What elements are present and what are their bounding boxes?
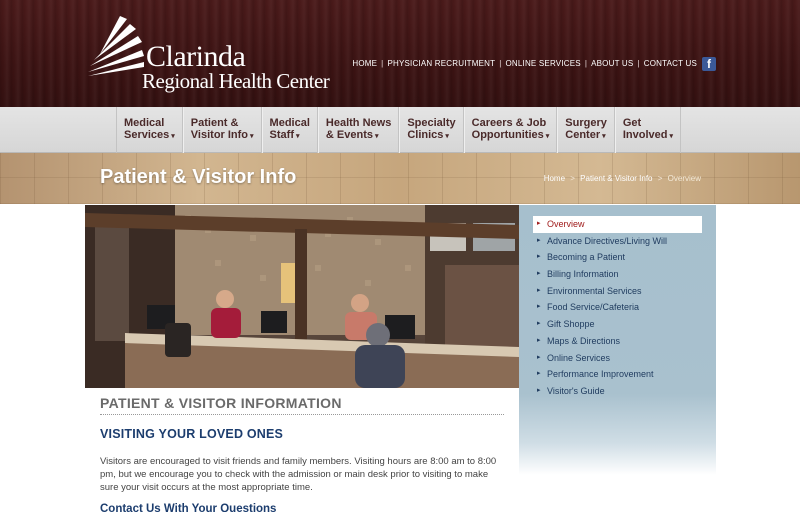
visiting-heading: VISITING YOUR LOVED ONES: [100, 427, 284, 441]
section-heading: PATIENT & VISITOR INFORMATION: [100, 395, 504, 415]
visiting-paragraph: Visitors are encouraged to visit friends…: [100, 456, 497, 493]
arrow-right-icon: ▸: [537, 386, 541, 394]
link-separator: |: [381, 59, 384, 68]
sidebar-item-billing-information[interactable]: ▸ Billing Information: [533, 266, 702, 283]
breadcrumb-current: Overview: [667, 174, 701, 183]
nav-health-news-events[interactable]: Health News & Events ▾: [317, 107, 400, 153]
breadcrumb-separator: >: [570, 174, 575, 183]
caret-down-icon: ▾: [250, 132, 254, 140]
breadcrumb-home[interactable]: Home: [544, 174, 565, 183]
top-link-online-services[interactable]: ONLINE SERVICES: [505, 59, 580, 68]
caret-down-icon: ▾: [171, 132, 175, 140]
arrow-right-icon: ▸: [537, 320, 541, 328]
main-content: PATIENT & VISITOR INFORMATION VISITING Y…: [100, 395, 504, 512]
top-link-about-us[interactable]: ABOUT US: [591, 59, 633, 68]
link-separator: |: [584, 59, 588, 68]
page-banner: Patient & Visitor Info Home > Patient & …: [0, 153, 800, 204]
facebook-icon[interactable]: f: [702, 57, 716, 71]
sidebar-list: ▸ Overview ▸ Advance Directives/Living Wil…: [533, 216, 702, 400]
sidebar-item-performance-improvement[interactable]: ▸ Performance Improvement: [533, 366, 702, 383]
logo-name: Clarinda: [146, 40, 246, 73]
sidebar-item-maps-directions[interactable]: ▸ Maps & Directions: [533, 333, 702, 350]
site-logo[interactable]: Clarinda Regional Health Center: [84, 12, 330, 94]
arrow-right-icon: ▸: [537, 270, 541, 278]
link-separator: |: [499, 59, 502, 68]
breadcrumb: Home > Patient & Visitor Info > Overview: [544, 174, 701, 183]
nav-get-involved[interactable]: Get Involved ▾: [614, 107, 681, 153]
sidebar-item-becoming-a-patient[interactable]: ▸ Becoming a Patient: [533, 249, 702, 266]
top-link-physician-recruitment[interactable]: PHYSICIAN RECRUITMENT: [387, 59, 495, 68]
arrow-right-icon: ▸: [537, 220, 541, 227]
sidebar-item-advance-directives[interactable]: ▸ Advance Directives/Living Will: [533, 233, 702, 250]
nav-medical-staff[interactable]: Medical Staff ▾: [261, 107, 318, 153]
top-link-home[interactable]: HOME: [352, 59, 377, 68]
sidebar-item-overview[interactable]: ▸ Overview: [533, 216, 702, 233]
sidebar-subnav: ▸ Overview ▸ Advance Directives/Living Wil…: [519, 205, 716, 475]
page-title: Patient & Visitor Info: [100, 166, 297, 188]
main-nav: Medical Services ▾ Patient & Visitor Info…: [0, 107, 800, 153]
sidebar-item-visitors-guide[interactable]: ▸ Visitor's Guide: [533, 383, 702, 400]
sidebar-item-food-service[interactable]: ▸ Food Service/Cafeteria: [533, 299, 702, 316]
logo-subtitle: Regional Health Center: [142, 69, 330, 93]
arrow-right-icon: ▸: [537, 236, 541, 244]
sidebar-item-gift-shoppe[interactable]: ▸ Gift Shoppe: [533, 316, 702, 333]
reception-desk-photo: [85, 205, 519, 388]
breadcrumb-separator: >: [657, 174, 663, 183]
caret-down-icon: ▾: [602, 132, 606, 140]
caret-down-icon: ▾: [545, 132, 550, 140]
arrow-right-icon: ▸: [537, 303, 541, 311]
arrow-right-icon: ▸: [537, 370, 541, 378]
sidebar-item-online-services[interactable]: ▸ Online Services: [533, 350, 702, 367]
contact-heading: Contact Us With Your Questions: [100, 503, 277, 512]
caret-down-icon: ▾: [374, 132, 379, 140]
arrow-right-icon: ▸: [537, 336, 541, 344]
nav-medical-services[interactable]: Medical Services ▾: [116, 107, 183, 153]
nav-careers[interactable]: Careers & Job Opportunities ▾: [463, 107, 558, 153]
utility-links: HOME | PHYSICIAN RECRUITMENT | ONLINE SE…: [352, 59, 697, 68]
breadcrumb-patient-visitor-info[interactable]: Patient & Visitor Info: [580, 174, 652, 183]
caret-down-icon: ▾: [445, 132, 449, 140]
site-header: Clarinda Regional Health Center HOME | P…: [0, 0, 800, 107]
nav-surgery-center[interactable]: Surgery Center ▾: [557, 107, 615, 153]
nav-specialty-clinics[interactable]: Specialty Clinics ▾: [399, 107, 464, 153]
nav-patient-visitor-info[interactable]: Patient & Visitor Info ▾: [182, 107, 262, 153]
top-link-contact-us[interactable]: CONTACT US: [644, 59, 697, 68]
caret-down-icon: ▾: [669, 132, 673, 140]
arrow-right-icon: ▸: [537, 253, 541, 261]
arrow-right-icon: ▸: [537, 286, 541, 294]
link-separator: |: [637, 59, 640, 68]
sidebar-item-environmental-services[interactable]: ▸ Environmental Services: [533, 283, 702, 300]
caret-down-icon: ▾: [296, 132, 300, 140]
arrow-right-icon: ▸: [537, 353, 541, 361]
